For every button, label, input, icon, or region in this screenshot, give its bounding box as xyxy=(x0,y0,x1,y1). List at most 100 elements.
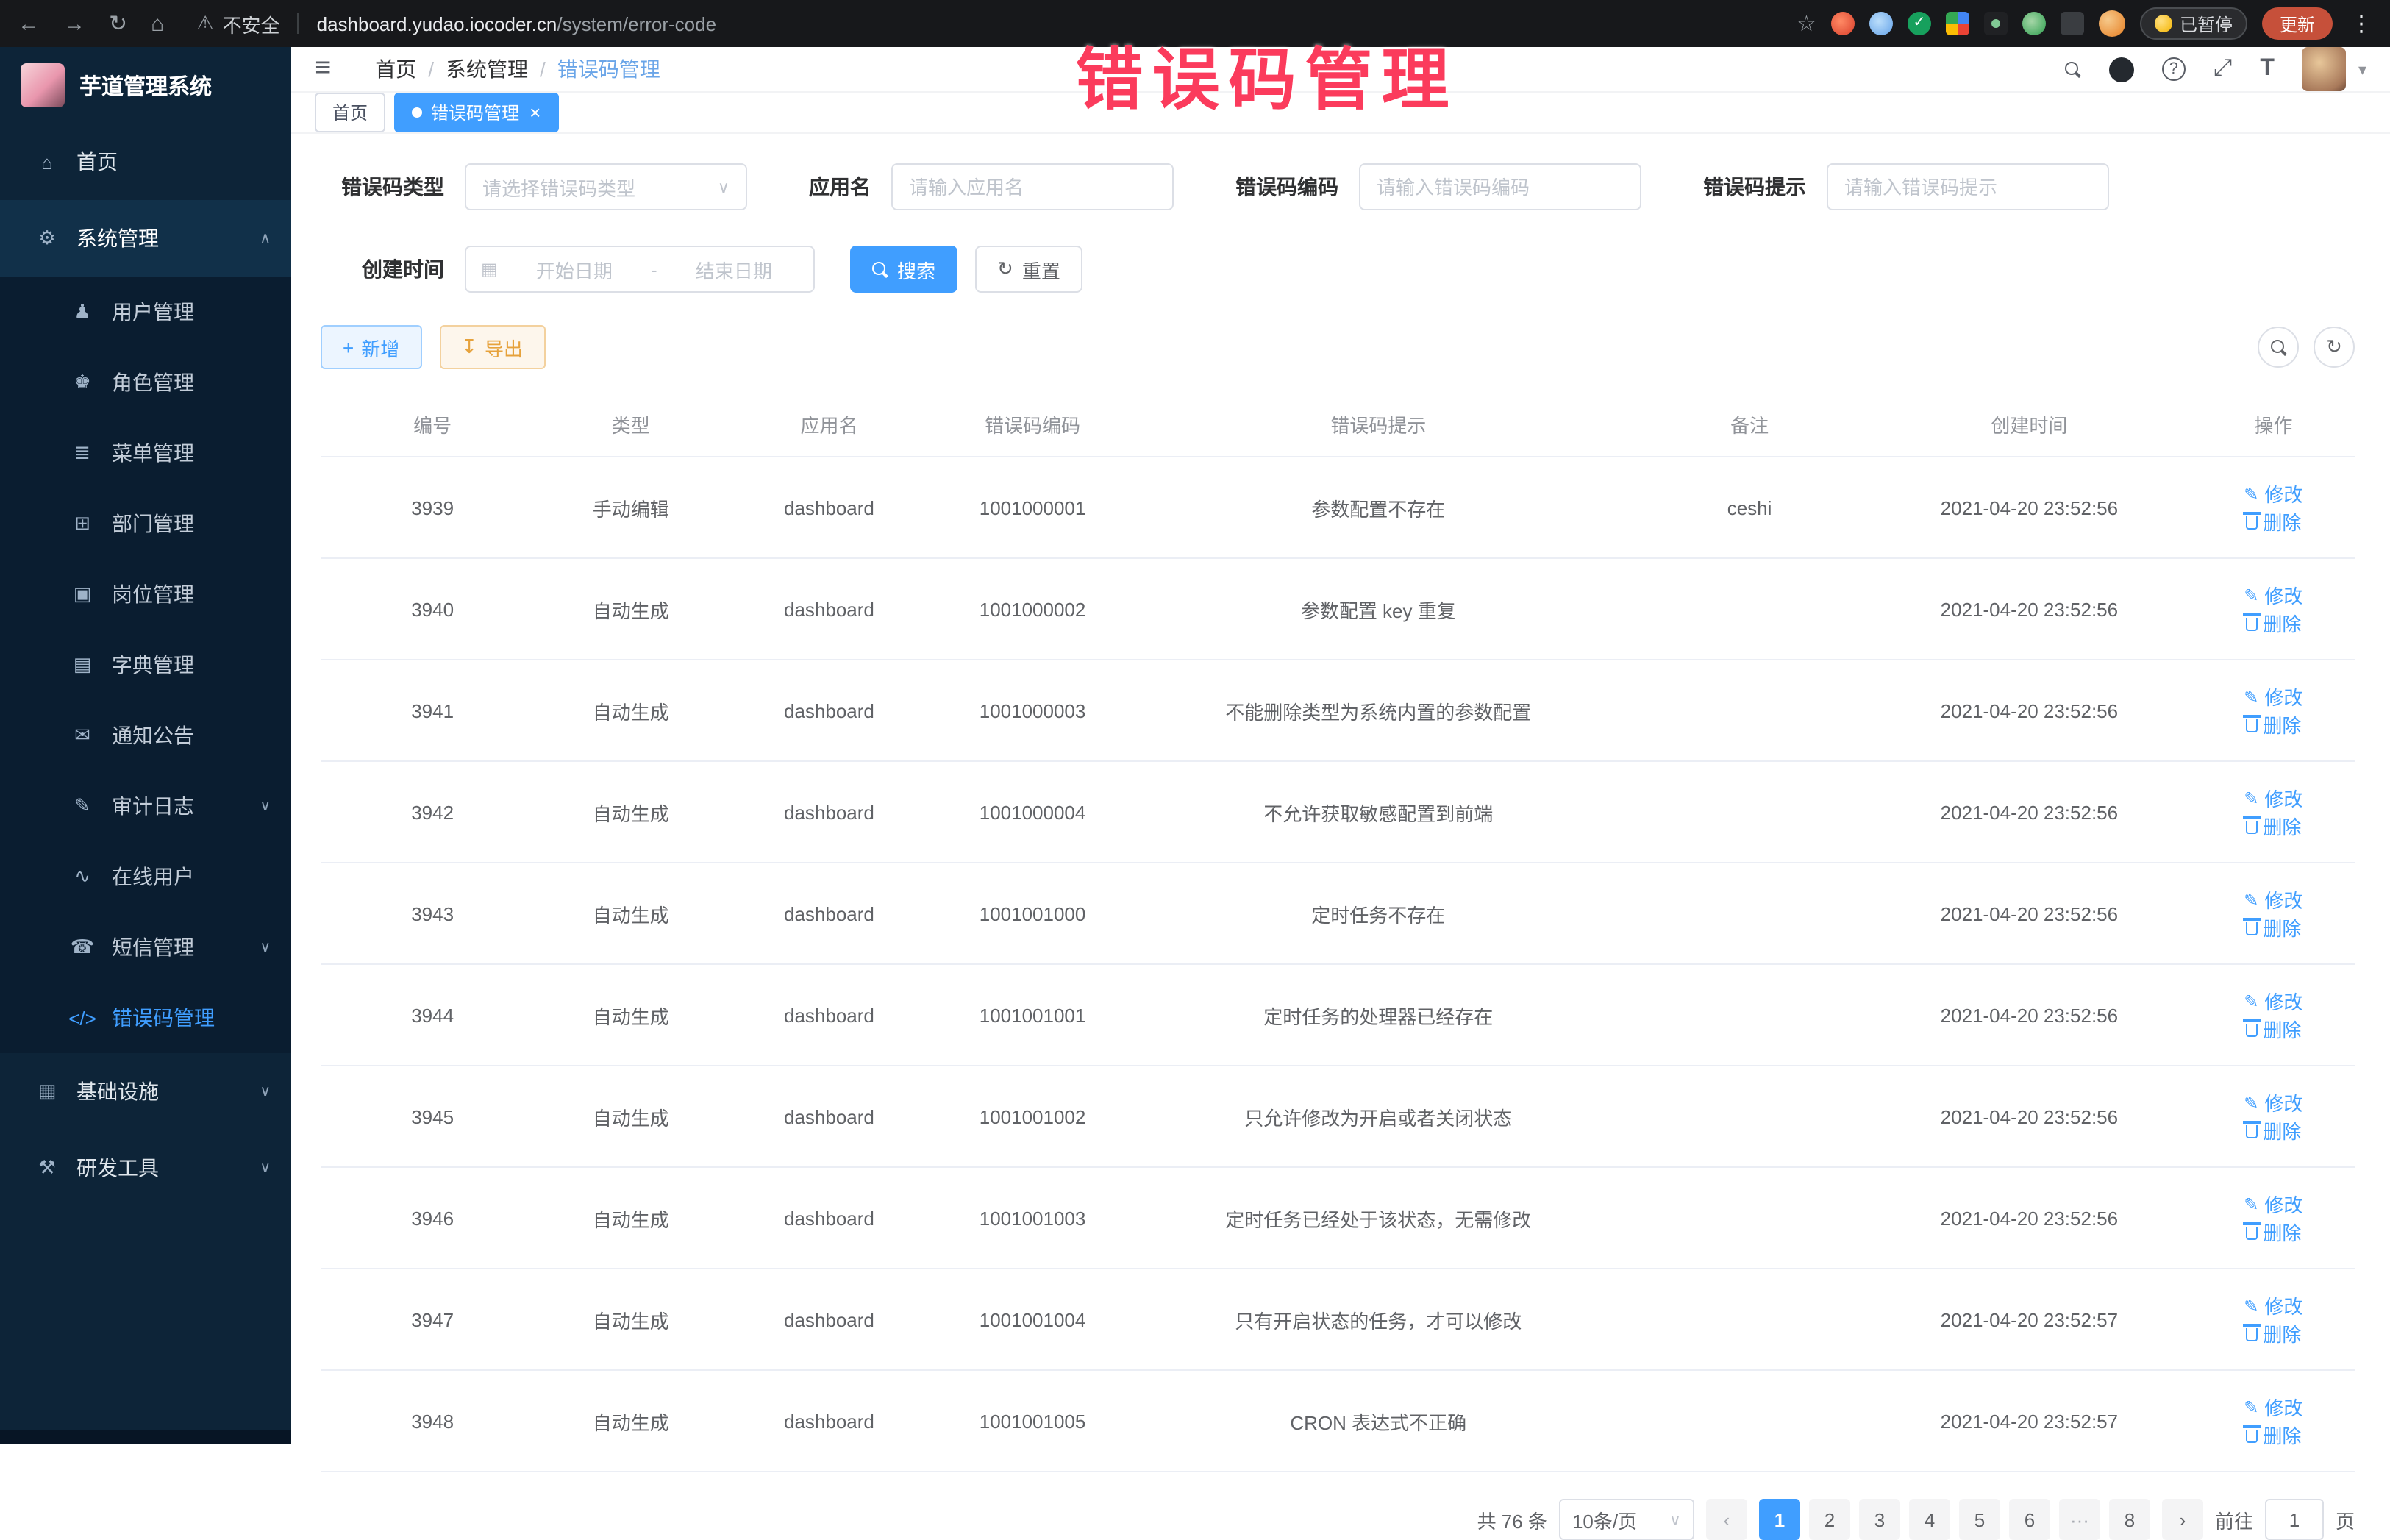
edit-link[interactable]: ✎ 修改 xyxy=(2244,1291,2302,1319)
edit-link[interactable]: ✎ 修改 xyxy=(2244,885,2302,913)
cell-remark xyxy=(1633,1370,1866,1472)
sidebar-item[interactable]: </> 错误码管理 xyxy=(0,983,291,1053)
error-code-table: 编号 类型 应用名 错误码编码 错误码提示 备注 xyxy=(321,393,2355,1472)
extension-icon-dark[interactable] xyxy=(1984,12,2008,35)
sidebar-item[interactable]: ⊞ 部门管理 xyxy=(0,488,291,559)
help-icon[interactable]: ? xyxy=(2162,57,2186,81)
update-button[interactable]: 更新 xyxy=(2262,7,2333,40)
breadcrumb-link[interactable]: 系统管理 xyxy=(446,54,528,84)
delete-link[interactable]: 删除 xyxy=(2245,812,2301,840)
delete-link[interactable]: 删除 xyxy=(2245,913,2301,941)
bookmark-star-icon[interactable]: ☆ xyxy=(1797,10,1816,37)
user-avatar[interactable] xyxy=(2302,47,2347,91)
sidebar-item[interactable]: ∿ 在线用户 xyxy=(0,841,291,912)
cell-code: 1001001005 xyxy=(941,1370,1124,1472)
tab[interactable]: 首页 × xyxy=(315,93,385,132)
reset-button[interactable]: ↻ 重置 xyxy=(975,246,1082,293)
page-button[interactable]: 2 xyxy=(1809,1499,1850,1540)
tab-close-icon[interactable]: × xyxy=(529,103,541,122)
page-button[interactable]: 6 xyxy=(2009,1499,2050,1540)
error-hint-input[interactable] xyxy=(1827,163,2109,210)
sidebar-item[interactable]: ⌂ 首页 xyxy=(0,124,291,200)
page-button[interactable]: 3 xyxy=(1859,1499,1900,1540)
add-button[interactable]: + 新增 xyxy=(321,325,421,369)
sidebar-item[interactable]: ✉ 通知公告 xyxy=(0,700,291,771)
chevron-down-icon: ∨ xyxy=(718,177,730,196)
app-logo[interactable]: 芋道管理系统 xyxy=(0,47,291,124)
reload-icon[interactable]: ↻ xyxy=(109,10,127,37)
error-type-select[interactable]: 请选择错误码类型 ∨ xyxy=(465,163,747,210)
error-code-input[interactable] xyxy=(1359,163,1641,210)
edit-icon: ✎ xyxy=(2244,889,2258,910)
font-size-icon[interactable]: T xyxy=(2260,56,2275,82)
delete-link[interactable]: 删除 xyxy=(2245,1015,2301,1043)
page-button[interactable]: ··· xyxy=(2059,1499,2100,1540)
caret-down-icon[interactable]: ▾ xyxy=(2358,60,2366,79)
edit-link[interactable]: ✎ 修改 xyxy=(2244,987,2302,1015)
sidebar-item[interactable]: ▣ 岗位管理 xyxy=(0,559,291,630)
edit-link[interactable]: ✎ 修改 xyxy=(2244,1393,2302,1421)
cell-remark xyxy=(1633,1066,1866,1167)
github-icon[interactable] xyxy=(2109,57,2134,82)
delete-link[interactable]: 删除 xyxy=(2245,1218,2301,1246)
prev-page-button[interactable]: ‹ xyxy=(1706,1499,1747,1540)
forward-icon[interactable]: → xyxy=(63,11,85,36)
home-icon[interactable]: ⌂ xyxy=(151,11,164,36)
edit-link[interactable]: ✎ 修改 xyxy=(2244,581,2302,609)
search-icon[interactable] xyxy=(2065,61,2081,77)
page-button[interactable]: 1 xyxy=(1759,1499,1800,1540)
extension-icon-grid[interactable] xyxy=(1946,12,1969,35)
delete-link[interactable]: 删除 xyxy=(2245,1319,2301,1347)
browser-profile-avatar[interactable] xyxy=(2099,10,2125,37)
show-search-button[interactable] xyxy=(2258,327,2299,368)
page-button[interactable]: 5 xyxy=(1959,1499,2000,1540)
app-name-input[interactable] xyxy=(891,163,1174,210)
edit-link[interactable]: ✎ 修改 xyxy=(2244,1190,2302,1218)
edit-link[interactable]: ✎ 修改 xyxy=(2244,1088,2302,1116)
sidebar-item[interactable]: ≣ 菜单管理 xyxy=(0,418,291,488)
export-button[interactable]: ↧ 导出 xyxy=(439,325,545,369)
delete-link[interactable]: 删除 xyxy=(2245,1116,2301,1144)
edit-link[interactable]: ✎ 修改 xyxy=(2244,682,2302,710)
error-code-label: 错误码编码 xyxy=(1235,172,1338,202)
goto-page-input[interactable] xyxy=(2265,1499,2324,1540)
search-button[interactable]: 搜索 xyxy=(850,246,957,293)
extension-icon-blue[interactable] xyxy=(1869,12,1893,35)
hamburger-icon[interactable]: ≡ xyxy=(315,53,331,85)
refresh-button[interactable]: ↻ xyxy=(2314,327,2355,368)
breadcrumb-link[interactable]: 错误码管理 xyxy=(557,54,660,84)
page-button[interactable]: 8 xyxy=(2109,1499,2150,1540)
extension-icon-green-check[interactable] xyxy=(1908,12,1931,35)
sidebar-item[interactable]: ⚙ 系统管理 ∧ xyxy=(0,200,291,277)
fullscreen-icon[interactable]: ⤢ xyxy=(2214,56,2233,82)
notice-icon: ✉ xyxy=(68,724,97,747)
delete-link[interactable]: 删除 xyxy=(2245,710,2301,738)
breadcrumb-link[interactable]: 首页 xyxy=(375,54,416,84)
sidebar-item[interactable]: ✎ 审计日志 ∨ xyxy=(0,771,291,841)
sidebar-item[interactable]: ⚒ 研发工具 ∨ xyxy=(0,1130,291,1206)
paused-badge[interactable]: 已暂停 xyxy=(2140,7,2247,40)
page-size-select[interactable]: 10条/页 ∨ xyxy=(1559,1499,1694,1540)
page-button[interactable]: 4 xyxy=(1909,1499,1950,1540)
sidebar-item[interactable]: ♟ 用户管理 xyxy=(0,277,291,347)
content-area: 错误码类型 请选择错误码类型 ∨ 应用名 错误码编码 xyxy=(291,134,2390,1540)
delete-link[interactable]: 删除 xyxy=(2245,507,2301,535)
kebab-menu-icon[interactable]: ⋮ xyxy=(2350,10,2372,37)
delete-link[interactable]: 删除 xyxy=(2245,609,2301,637)
sidebar-item[interactable]: ☎ 短信管理 ∨ xyxy=(0,912,291,983)
edit-link[interactable]: ✎ 修改 xyxy=(2244,480,2302,507)
extension-puzzle-icon[interactable] xyxy=(2061,12,2084,35)
date-range-picker[interactable]: ▦ 开始日期 - 结束日期 xyxy=(465,246,815,293)
sidebar-item[interactable]: ▤ 字典管理 xyxy=(0,630,291,700)
sidebar-item[interactable]: ▦ 基础设施 ∨ xyxy=(0,1053,291,1130)
back-icon[interactable]: ← xyxy=(18,11,40,36)
next-page-button[interactable]: › xyxy=(2162,1499,2203,1540)
tab[interactable]: 错误码管理 × xyxy=(394,93,558,132)
delete-link[interactable]: 删除 xyxy=(2245,1421,2301,1449)
sidebar-item-label: 研发工具 xyxy=(76,1153,159,1183)
extension-icon-leaf[interactable] xyxy=(2022,12,2046,35)
extension-icon-red[interactable] xyxy=(1831,12,1855,35)
address-bar[interactable]: ⚠ 不安全 dashboard.yudao.iocoder.cn /system… xyxy=(196,10,1797,38)
edit-link[interactable]: ✎ 修改 xyxy=(2244,784,2302,812)
sidebar-item[interactable]: ♚ 角色管理 xyxy=(0,347,291,418)
